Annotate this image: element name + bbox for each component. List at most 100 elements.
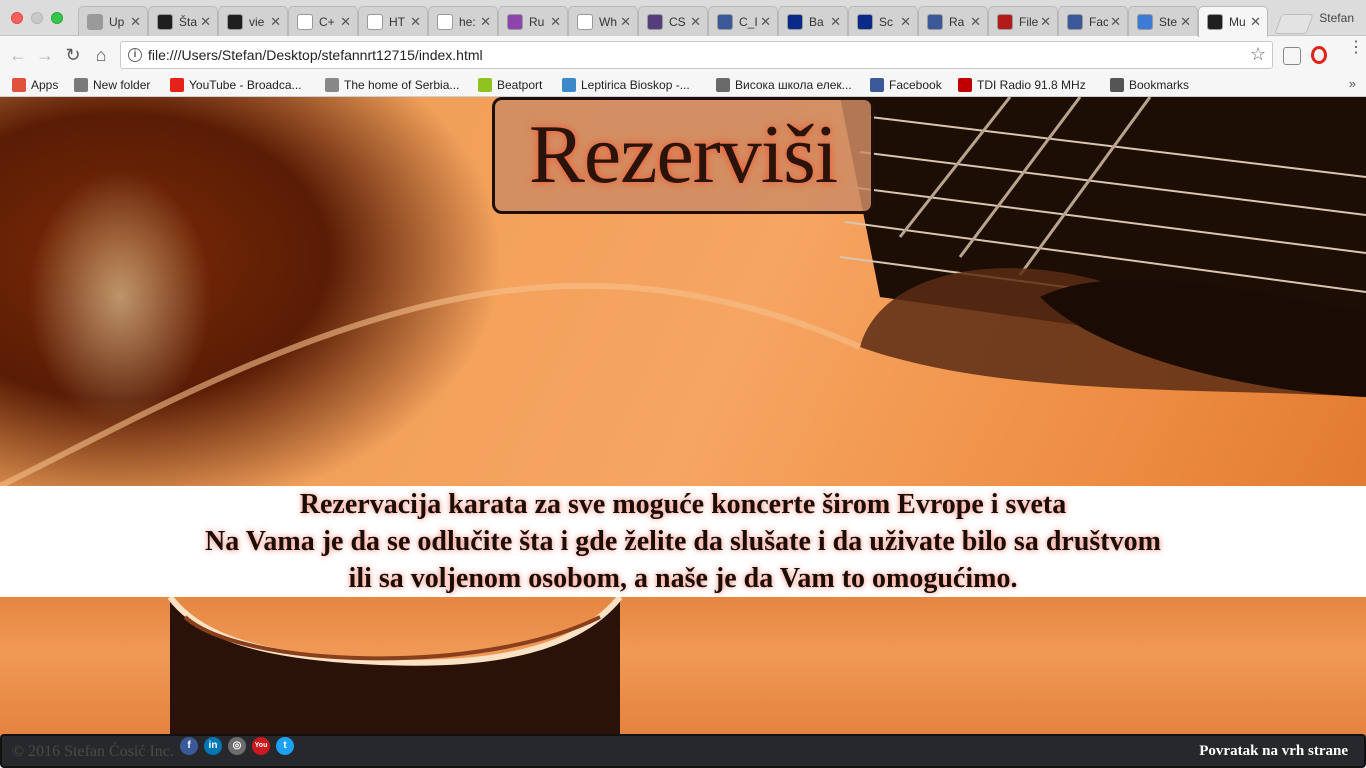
browser-tab[interactable]: Ba ✕ xyxy=(778,6,848,36)
new-tab-button[interactable] xyxy=(1274,14,1314,34)
tab-title: Mu xyxy=(1229,15,1246,29)
tab-title: Ru xyxy=(529,14,545,29)
browser-tab[interactable]: he: ✕ xyxy=(428,6,498,36)
close-tab-icon[interactable]: ✕ xyxy=(1110,14,1121,30)
tab-title: Šta xyxy=(179,14,198,29)
close-tab-icon[interactable]: ✕ xyxy=(690,14,701,30)
close-tab-icon[interactable]: ✕ xyxy=(970,14,981,30)
browser-tab[interactable]: Ru ✕ xyxy=(498,6,568,36)
tab-title: Fac xyxy=(1089,14,1109,29)
url-text[interactable]: file:///Users/Stefan/Desktop/stefannrt12… xyxy=(148,47,483,63)
apps-grid-icon xyxy=(12,78,26,92)
document-icon xyxy=(87,13,103,30)
minimize-window-button[interactable] xyxy=(31,12,43,24)
browser-tab[interactable]: CS ✕ xyxy=(638,6,708,36)
back-button[interactable]: ← xyxy=(8,45,28,65)
browser-tab[interactable]: Mu ✕ xyxy=(1198,6,1268,37)
bookmark-label: Висока школа елек... xyxy=(735,78,852,92)
bookmark-label: The home of Serbia... xyxy=(344,78,460,92)
close-tab-icon[interactable]: ✕ xyxy=(550,14,561,30)
bookmark-label: Apps xyxy=(31,78,59,92)
bookmark-item[interactable]: Apps xyxy=(12,76,58,94)
profile-name[interactable]: Stefan xyxy=(1319,11,1354,25)
bookmark-item[interactable]: TDI Radio 91.8 MHz xyxy=(958,76,1086,94)
tab-title: File xyxy=(1019,14,1039,29)
browser-tab[interactable]: Fac ✕ xyxy=(1058,6,1128,36)
browser-tab[interactable]: Up ✕ xyxy=(78,6,148,36)
close-tab-icon[interactable]: ✕ xyxy=(1250,14,1261,30)
browser-tab[interactable]: Sc ✕ xyxy=(848,6,918,36)
tab-title: Ba xyxy=(809,14,824,29)
bookmark-item[interactable]: Facebook xyxy=(870,76,942,94)
browser-tab[interactable]: File ✕ xyxy=(988,6,1058,36)
tab-title: Ra xyxy=(949,14,965,29)
twitter-icon[interactable]: t xyxy=(276,737,294,755)
menu-icon[interactable]: ⋮ xyxy=(1348,40,1364,56)
bookmark-item[interactable]: The home of Serbia... xyxy=(325,76,459,94)
browser-tab[interactable]: Šta ✕ xyxy=(148,6,218,36)
tab-strip: Up ✕ Šta ✕ vie ✕ C+ ✕ HT ✕ he: ✕ Ru ✕ Wh ✕ CS ✕ C_I ✕ Ba ✕ Sc ✕… xyxy=(0,0,1366,37)
browser-tab[interactable]: C+ ✕ xyxy=(288,6,358,36)
wikipedia-icon xyxy=(297,13,313,30)
close-tab-icon[interactable]: ✕ xyxy=(900,14,911,30)
close-tab-icon[interactable]: ✕ xyxy=(830,14,841,30)
bookmark-item[interactable]: Beatport xyxy=(478,76,542,94)
cast-icon[interactable] xyxy=(1283,47,1301,65)
intro-line-2: Na Vama je da se odlučite šta i gde želi… xyxy=(205,526,1161,557)
close-tab-icon[interactable]: ✕ xyxy=(130,14,141,30)
back-to-top-link[interactable]: Povratak na vrh strane xyxy=(1199,743,1348,760)
bookmark-label: Beatport xyxy=(497,78,543,92)
site-icon xyxy=(1207,14,1223,30)
bookmark-item[interactable]: Висока школа елек... xyxy=(716,76,852,94)
close-tab-icon[interactable]: ✕ xyxy=(760,14,771,30)
youtube-icon[interactable]: You xyxy=(252,737,270,755)
bookmark-star-icon[interactable]: ☆ xyxy=(1250,44,1266,65)
close-tab-icon[interactable]: ✕ xyxy=(270,14,281,30)
bootstrap-icon xyxy=(647,13,663,30)
bookmark-item[interactable]: YouTube - Broadca... xyxy=(170,76,302,94)
reload-button[interactable]: ↻ xyxy=(63,45,83,65)
bookmark-item[interactable]: New folder xyxy=(74,76,150,94)
forward-button[interactable]: → xyxy=(35,45,55,65)
browser-tab[interactable]: Ra ✕ xyxy=(918,6,988,36)
wikipedia-icon xyxy=(367,13,383,30)
close-tab-icon[interactable]: ✕ xyxy=(480,14,491,30)
home-button[interactable]: ⌂ xyxy=(91,45,111,65)
more-bookmarks-button[interactable]: » xyxy=(1349,76,1356,91)
close-tab-icon[interactable]: ✕ xyxy=(200,14,211,30)
globe-icon xyxy=(1137,13,1153,30)
p-icon xyxy=(857,13,873,30)
google-icon xyxy=(437,13,453,30)
info-icon[interactable]: i xyxy=(128,48,142,62)
tab-title: Sc xyxy=(879,14,894,29)
bookmark-item[interactable]: Leptirica Bioskop -... xyxy=(562,76,690,94)
browser-tab[interactable]: Ste ✕ xyxy=(1128,6,1198,36)
intro-line-1: Rezervacija karata za sve moguće koncert… xyxy=(299,489,1067,520)
browser-tab[interactable]: HT ✕ xyxy=(358,6,428,36)
close-tab-icon[interactable]: ✕ xyxy=(1180,14,1191,30)
linkedin-icon[interactable]: in xyxy=(204,737,222,755)
close-tab-icon[interactable]: ✕ xyxy=(410,14,421,30)
instagram-icon[interactable]: ◎ xyxy=(228,737,246,755)
browser-tab[interactable]: C_I ✕ xyxy=(708,6,778,36)
bookmark-label: New folder xyxy=(93,78,151,92)
close-window-button[interactable] xyxy=(11,12,23,24)
browser-tab[interactable]: Wh ✕ xyxy=(568,6,638,36)
facebook-icon[interactable]: f xyxy=(180,737,198,755)
close-tab-icon[interactable]: ✕ xyxy=(620,14,631,30)
browser-tab[interactable]: vie ✕ xyxy=(218,6,288,36)
maximize-window-button[interactable] xyxy=(51,12,63,24)
address-bar[interactable]: i file:///Users/Stefan/Desktop/stefannrt… xyxy=(120,41,1273,69)
wave-icon xyxy=(716,78,730,92)
bookmarks-bar: Apps New folder YouTube - Broadca... The ho… xyxy=(0,74,1366,97)
p-icon xyxy=(787,13,803,30)
bookmark-item[interactable]: Bookmarks xyxy=(1110,76,1189,94)
plex-icon xyxy=(157,13,173,30)
opera-icon[interactable] xyxy=(1311,46,1327,64)
tab-title: he: xyxy=(459,14,476,29)
close-tab-icon[interactable]: ✕ xyxy=(340,14,351,30)
facebook-icon xyxy=(717,13,733,30)
guitar-soundhole-illustration xyxy=(167,597,623,737)
close-tab-icon[interactable]: ✕ xyxy=(1040,14,1051,30)
facebook-icon xyxy=(927,13,943,30)
